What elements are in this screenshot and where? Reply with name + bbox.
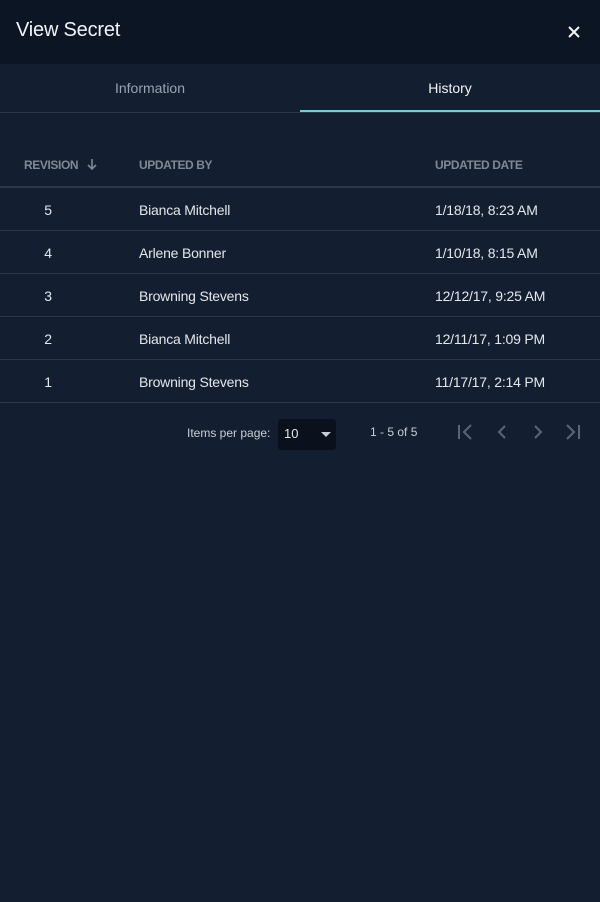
page-range-label: 1 - 5 of 5 (370, 425, 418, 439)
previous-page-button[interactable] (488, 419, 516, 445)
cell-updated-by: Bianca Mitchell (139, 331, 231, 347)
column-header-revision[interactable]: REVISION (24, 158, 98, 174)
cell-updated-date: 11/17/17, 2:14 PM (435, 374, 545, 390)
cell-revision: 2 (44, 331, 52, 347)
close-icon (568, 26, 580, 38)
column-header-updated-by[interactable]: UPDATED BY (139, 158, 213, 172)
previous-page-icon (497, 425, 506, 439)
active-tab-indicator (300, 110, 600, 112)
table-header: REVISION UPDATED BY UPDATED DATE (0, 144, 600, 188)
cell-revision: 5 (44, 202, 52, 218)
table-row: 1 Browning Stevens 11/17/17, 2:14 PM (0, 360, 600, 403)
cell-updated-by: Browning Stevens (139, 288, 249, 304)
cell-updated-date: 1/10/18, 8:15 AM (435, 245, 538, 261)
first-page-icon (458, 424, 472, 440)
items-per-page-label: Items per page: (187, 426, 271, 440)
tab-information[interactable]: Information (0, 64, 300, 112)
dialog-title: View Secret (16, 19, 121, 41)
cell-updated-by: Arlene Bonner (139, 245, 226, 261)
paginator: Items per page: 10 1 - 5 of 5 (0, 405, 600, 459)
cell-updated-by: Browning Stevens (139, 374, 249, 390)
column-header-label: REVISION (24, 158, 79, 172)
cell-updated-date: 1/18/18, 8:23 AM (435, 202, 538, 218)
tab-bar: Information History (0, 64, 600, 113)
column-header-updated-date[interactable]: UPDATED DATE (435, 158, 523, 172)
items-per-page-select[interactable]: 10 (278, 419, 336, 450)
dialog-header: View Secret (0, 0, 600, 64)
first-page-button[interactable] (452, 419, 480, 445)
table-row: 2 Bianca Mitchell 12/11/17, 1:09 PM (0, 317, 600, 360)
cell-revision: 1 (44, 374, 52, 390)
history-table: REVISION UPDATED BY UPDATED DATE 5 Bianc… (0, 144, 600, 403)
next-page-icon (534, 425, 543, 439)
last-page-icon (566, 424, 580, 440)
cell-updated-date: 12/11/17, 1:09 PM (435, 331, 545, 347)
caret-down-icon (321, 432, 331, 437)
next-page-button[interactable] (524, 419, 552, 445)
arrow-down-icon (86, 158, 98, 174)
close-button[interactable] (562, 20, 586, 44)
table-row: 3 Browning Stevens 12/12/17, 9:25 AM (0, 274, 600, 317)
cell-updated-by: Bianca Mitchell (139, 202, 231, 218)
table-row: 4 Arlene Bonner 1/10/18, 8:15 AM (0, 231, 600, 274)
cell-updated-date: 12/12/17, 9:25 AM (435, 288, 546, 304)
cell-revision: 4 (44, 245, 52, 261)
last-page-button[interactable] (560, 419, 588, 445)
cell-revision: 3 (44, 288, 52, 304)
tab-history[interactable]: History (300, 64, 600, 112)
items-per-page-value: 10 (284, 426, 299, 441)
table-row: 5 Bianca Mitchell 1/18/18, 8:23 AM (0, 188, 600, 231)
